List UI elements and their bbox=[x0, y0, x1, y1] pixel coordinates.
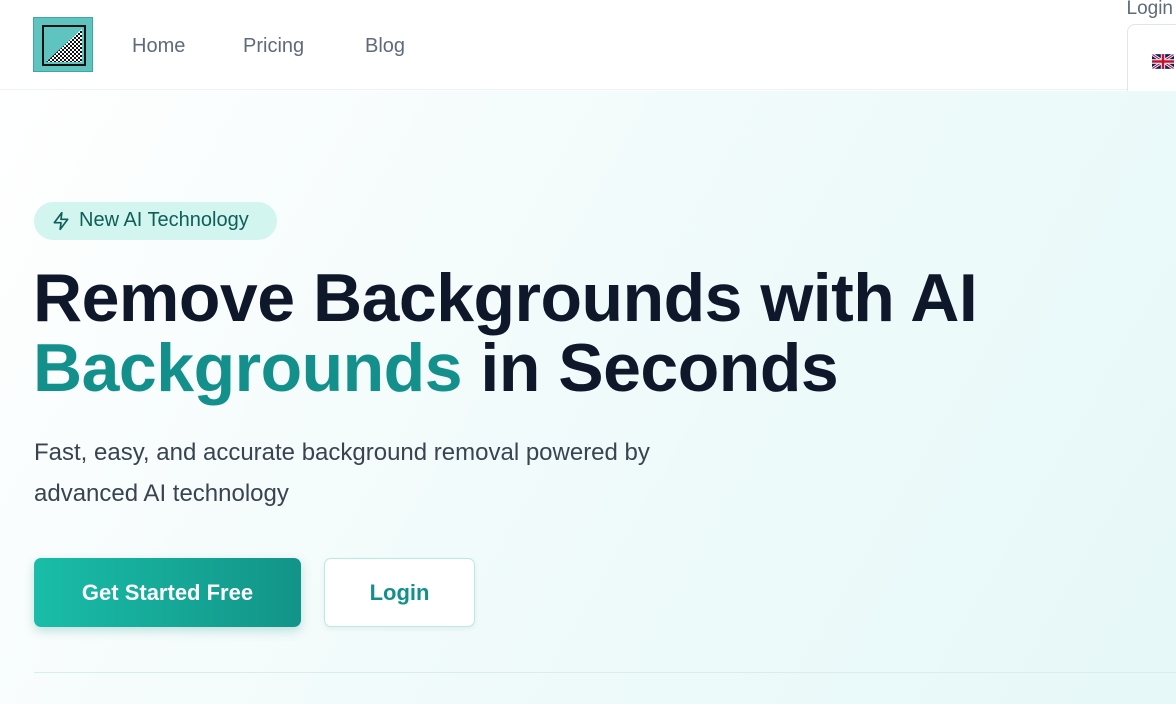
nav-blog[interactable]: Blog bbox=[365, 35, 405, 58]
hero-subtitle: Fast, easy, and accurate background remo… bbox=[34, 432, 764, 514]
nav-pricing[interactable]: Pricing bbox=[243, 35, 304, 58]
nav-home[interactable]: Home bbox=[132, 35, 185, 58]
subtitle-line-1: Fast, easy, and accurate background remo… bbox=[34, 439, 650, 466]
header-login-link[interactable]: Login bbox=[1127, 0, 1174, 20]
get-started-button[interactable]: Get Started Free bbox=[34, 558, 301, 627]
headline-accent: Backgrounds bbox=[33, 330, 463, 406]
lightning-icon bbox=[53, 211, 69, 231]
headline-line-2: in Seconds bbox=[462, 330, 839, 406]
hero-section: New AI Technology Remove Backgrounds wit… bbox=[0, 91, 1176, 704]
headline-line-1: Remove Backgrounds with AI bbox=[33, 260, 978, 336]
hero-headline: Remove Backgrounds with AI Backgrounds i… bbox=[33, 260, 978, 406]
site-header: Home Pricing Blog Login bbox=[0, 0, 1176, 94]
new-ai-badge: New AI Technology bbox=[34, 202, 277, 240]
badge-label: New AI Technology bbox=[79, 209, 249, 231]
login-button[interactable]: Login bbox=[324, 558, 475, 627]
subtitle-line-2: advanced AI technology bbox=[34, 480, 289, 507]
language-selector[interactable] bbox=[1127, 24, 1176, 94]
logo[interactable] bbox=[33, 17, 93, 72]
divider bbox=[34, 672, 1176, 673]
page: Home Pricing Blog Login New AI Technolog… bbox=[0, 0, 1176, 704]
logo-icon bbox=[42, 25, 86, 66]
uk-flag-icon bbox=[1152, 54, 1174, 69]
